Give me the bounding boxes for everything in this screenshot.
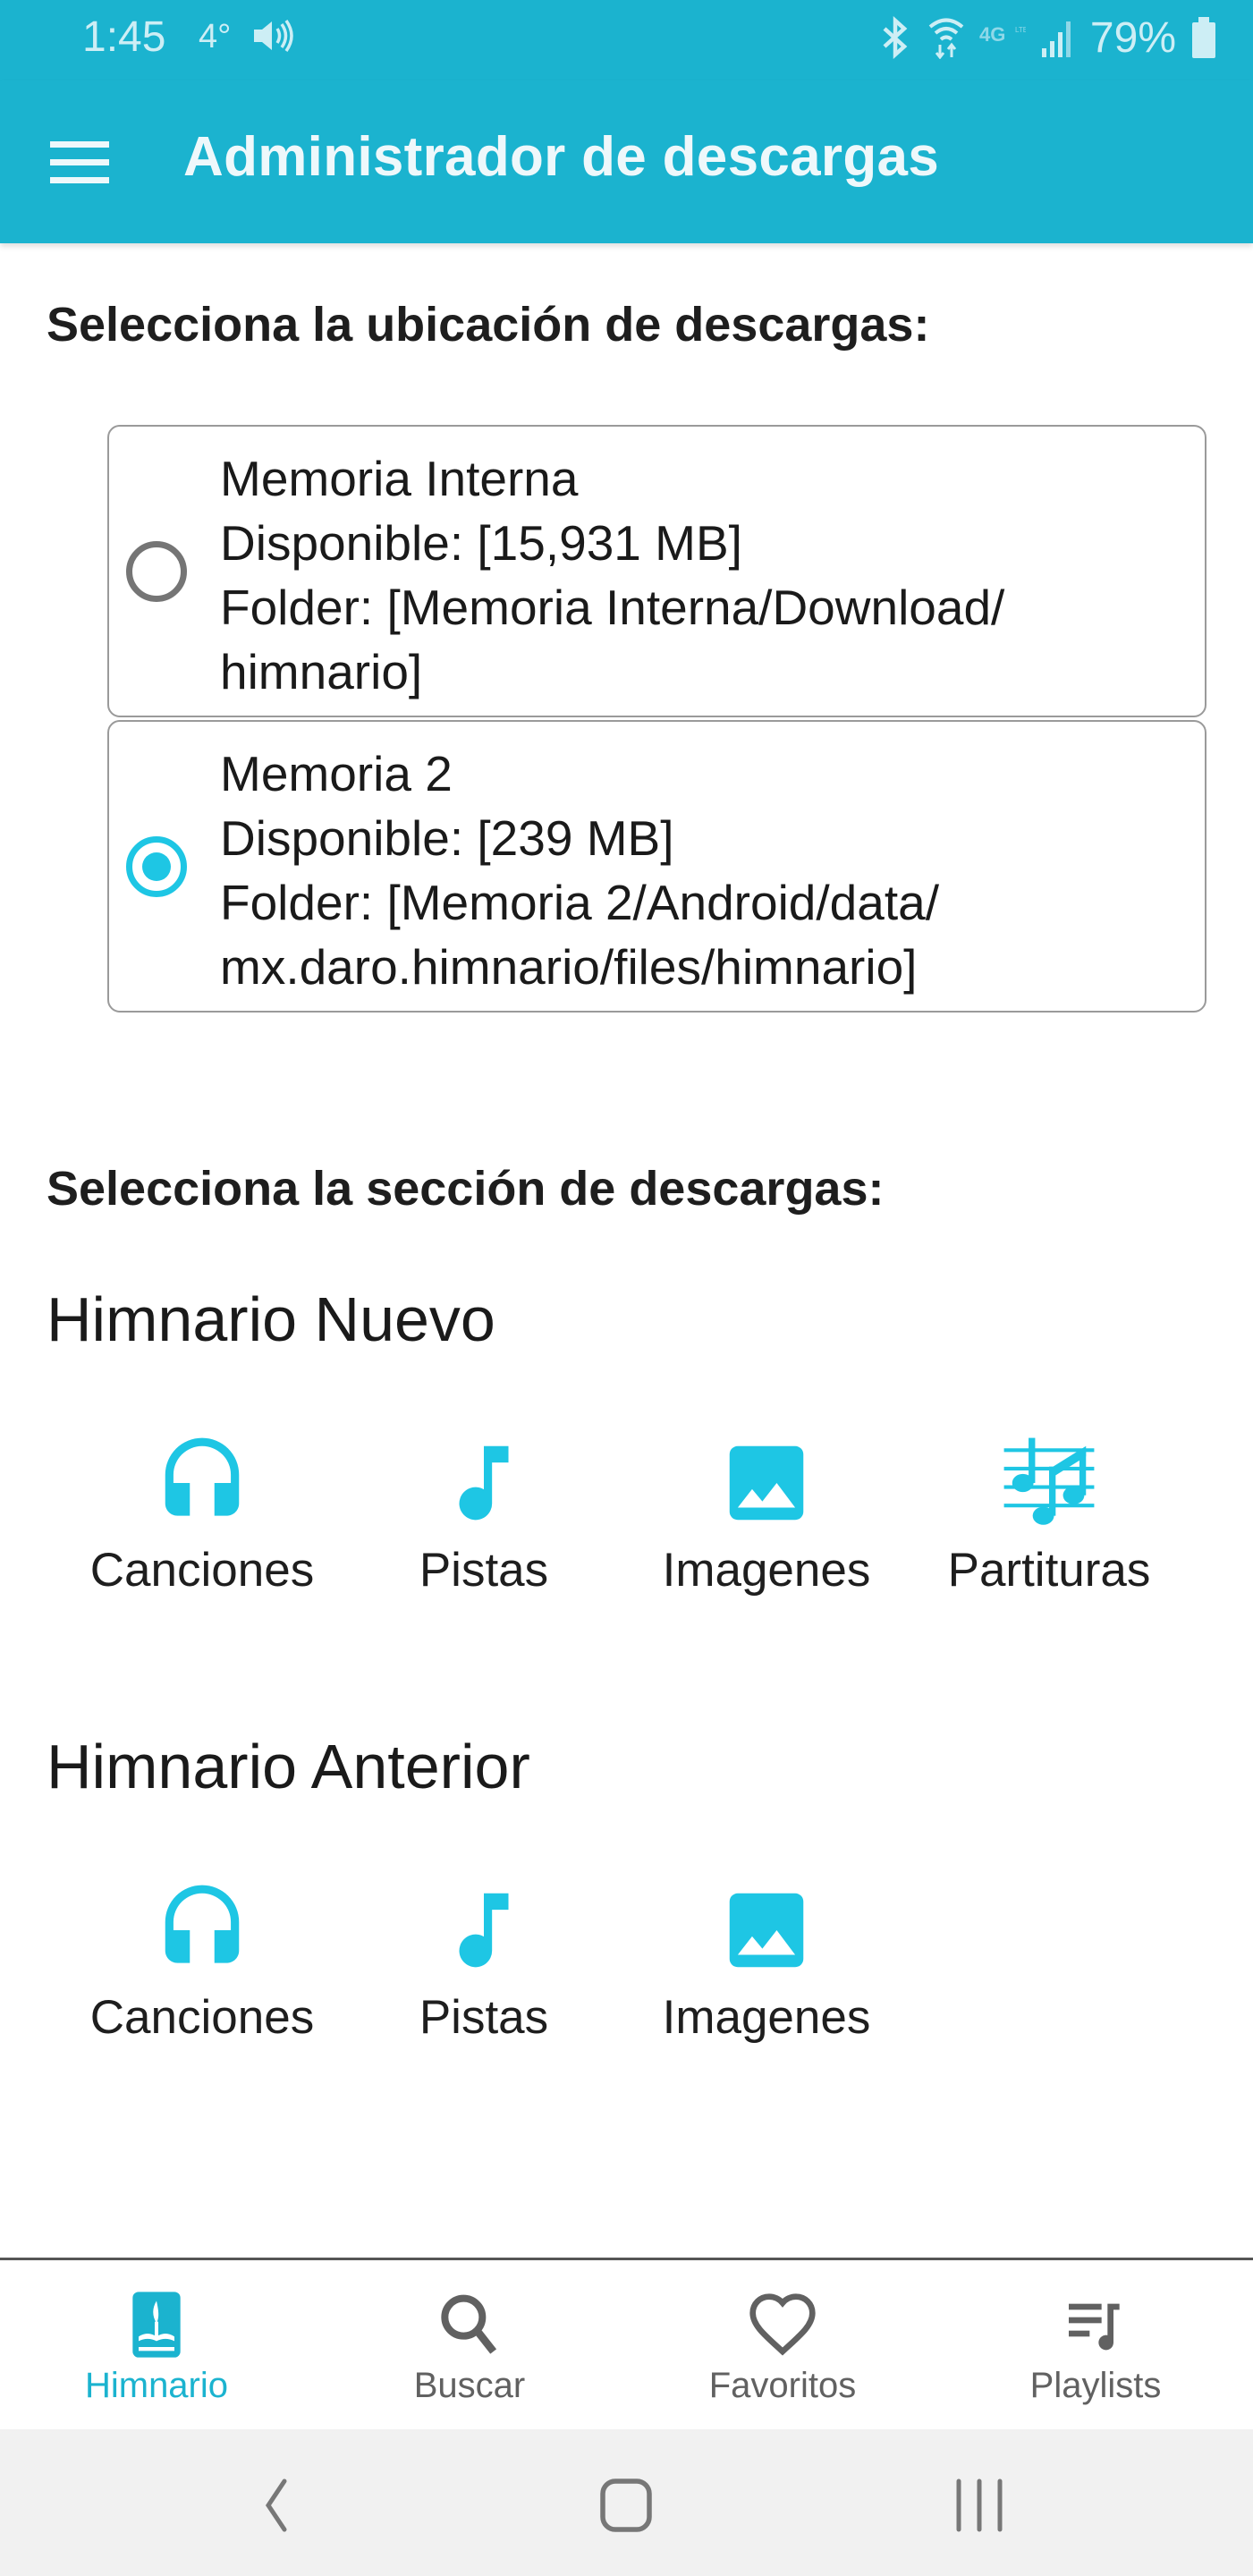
hymnal-book-icon (132, 2292, 181, 2358)
storage-folder: Folder: [Memoria 2/Android/data/ (220, 875, 939, 930)
page-title: Administrador de descargas (183, 126, 940, 188)
status-icons: 4G LTE 79% (877, 13, 1217, 63)
battery-percent: 79% (1089, 13, 1176, 62)
download-pistas-button[interactable]: Pistas (350, 1874, 618, 2071)
heart-icon (749, 2293, 816, 2356)
radio-button-selected[interactable] (126, 835, 187, 897)
hamburger-menu-icon[interactable] (50, 129, 116, 195)
music-note-icon (459, 1893, 509, 1968)
group-title-himnario-nuevo: Himnario Nuevo (47, 1284, 495, 1354)
download-pistas-button[interactable]: Pistas (350, 1427, 618, 1623)
status-bar: 1:45 4° 4G LTE 79% (0, 0, 1253, 80)
download-label: Canciones (89, 1991, 315, 2044)
storage-available: Disponible: [239 MB] (220, 810, 674, 866)
download-canciones-button[interactable]: Canciones (68, 1874, 336, 2071)
storage-option-memoria-2[interactable]: Memoria 2 Disponible: [239 MB] Folder: [… (107, 720, 1206, 1013)
storage-folder: Folder: [Memoria Interna/Download/ (220, 580, 1005, 635)
download-label: Imagenes (662, 1544, 871, 1597)
himnario-anterior-downloads: Canciones Pistas Imagenes (0, 1874, 1253, 2071)
headphones-icon (165, 1437, 240, 1516)
app-toolbar: Administrador de descargas (0, 80, 1253, 243)
nav-label: Favoritos (708, 2366, 857, 2405)
signal-icon (1041, 21, 1071, 57)
back-icon[interactable] (241, 2474, 313, 2537)
storage-option-details: Memoria Interna Disponible: [15,931 MB] … (220, 446, 1004, 704)
battery-icon (1192, 17, 1215, 58)
download-label: Canciones (89, 1544, 315, 1597)
download-label: Partituras (947, 1544, 1151, 1597)
download-imagenes-button[interactable]: Imagenes (632, 1874, 901, 2071)
volume-icon (254, 19, 293, 53)
himnario-nuevo-downloads: Canciones Pistas Imagenes Partituras (0, 1427, 1253, 1623)
nav-tab-buscar[interactable]: Buscar (313, 2260, 626, 2429)
download-canciones-button[interactable]: Canciones (68, 1427, 336, 1623)
storage-available: Disponible: [15,931 MB] (220, 515, 742, 571)
storage-name: Memoria 2 (220, 746, 453, 801)
storage-option-details: Memoria 2 Disponible: [239 MB] Folder: [… (220, 741, 939, 999)
download-imagenes-button[interactable]: Imagenes (632, 1427, 901, 1623)
headphones-icon (165, 1885, 240, 1963)
storage-option-internal[interactable]: Memoria Interna Disponible: [15,931 MB] … (107, 425, 1206, 717)
search-icon (441, 2294, 497, 2354)
nav-label: Playlists (1029, 2366, 1162, 2405)
sheet-music-icon (1003, 1437, 1095, 1525)
wifi-icon (928, 18, 964, 59)
bottom-navigation: Himnario Buscar Favoritos Playlists (0, 2258, 1253, 2429)
group-title-himnario-anterior: Himnario Anterior (47, 1732, 530, 1801)
storage-name: Memoria Interna (220, 451, 579, 506)
storage-folder-cont: himnario] (220, 644, 423, 699)
status-time: 1:45 (82, 13, 166, 61)
download-label: Pistas (419, 1544, 549, 1597)
nav-tab-himnario[interactable]: Himnario (0, 2260, 313, 2429)
svg-text:LTE: LTE (1015, 26, 1026, 34)
download-label: Imagenes (662, 1991, 871, 2044)
svg-text:4G: 4G (979, 23, 1005, 46)
radio-button[interactable] (126, 540, 187, 602)
system-navigation-bar (0, 2429, 1253, 2576)
home-icon[interactable] (590, 2474, 662, 2537)
image-icon (729, 1893, 804, 1968)
nav-tab-playlists[interactable]: Playlists (939, 2260, 1252, 2429)
nav-label: Buscar (413, 2366, 526, 2405)
music-note-icon (459, 1445, 509, 1521)
recent-apps-icon[interactable] (944, 2474, 1015, 2537)
playlist-icon (1069, 2303, 1120, 2351)
bluetooth-icon (883, 16, 908, 59)
download-partituras-button[interactable]: Partituras (915, 1427, 1183, 1623)
image-icon (729, 1445, 804, 1521)
download-label: Pistas (419, 1991, 549, 2044)
section-heading: Selecciona la sección de descargas: (47, 1162, 885, 1216)
network-4g-icon: 4G LTE (979, 23, 1026, 46)
nav-label: Himnario (84, 2366, 229, 2405)
location-heading: Selecciona la ubicación de descargas: (47, 298, 930, 352)
status-temperature: 4° (199, 18, 232, 55)
nav-tab-favoritos[interactable]: Favoritos (626, 2260, 939, 2429)
storage-folder-cont: mx.daro.himnario/files/himnario] (220, 939, 918, 995)
